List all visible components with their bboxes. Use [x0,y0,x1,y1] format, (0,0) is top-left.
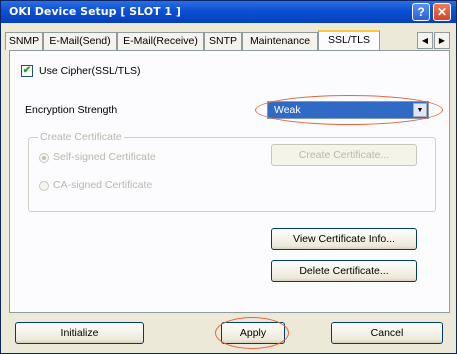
initialize-button[interactable]: Initialize [15,322,144,344]
encryption-strength-label: Encryption Strength [25,104,118,116]
create-certificate-group-title: Create Certificate [38,131,124,143]
delete-certificate-button[interactable]: Delete Certificate... [271,260,417,282]
ca-signed-label: CA-signed Certificate [53,179,153,191]
tab-maintenance[interactable]: Maintenance [242,32,318,50]
cancel-button[interactable]: Cancel [331,322,443,344]
tab-sntp[interactable]: SNTP [204,32,242,50]
use-cipher-label[interactable]: Use Cipher(SSL/TLS) [39,65,141,77]
highlight-ellipse-apply [215,317,289,349]
tab-scroll-left-icon[interactable]: ◀ [417,32,433,49]
highlight-ellipse-encryption [255,95,443,125]
close-button[interactable]: ✕ [433,3,451,21]
title-bar[interactable]: OKI Device Setup [ SLOT 1 ] ? ✕ [1,1,456,23]
self-signed-radio[interactable] [39,153,49,163]
tab-scroll-right-icon[interactable]: ▶ [434,32,450,49]
tab-ssl-tls[interactable]: SSL/TLS [318,30,380,50]
self-signed-label: Self-signed Certificate [53,151,156,163]
ca-signed-radio[interactable] [39,181,49,191]
use-cipher-checkbox[interactable]: ✔ [21,65,33,77]
device-setup-window: OKI Device Setup [ SLOT 1 ] ? ✕ SNMP E-M… [0,0,457,354]
tab-email-send[interactable]: E-Mail(Send) [43,32,117,50]
tab-email-receive[interactable]: E-Mail(Receive) [117,32,204,50]
help-button[interactable]: ? [412,3,430,21]
create-certificate-button[interactable]: Create Certificate... [271,144,417,166]
view-certificate-info-button[interactable]: View Certificate Info... [271,228,417,250]
window-title: OKI Device Setup [ SLOT 1 ] [9,5,181,18]
tab-snmp[interactable]: SNMP [5,32,43,50]
